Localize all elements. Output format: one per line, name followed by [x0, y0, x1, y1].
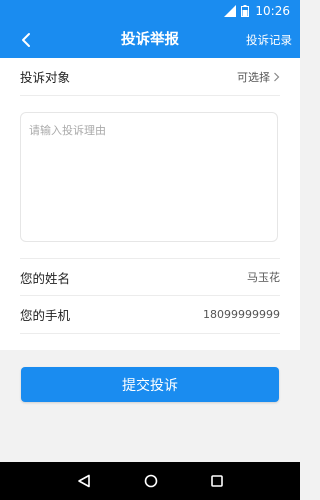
name-label: 您的姓名 — [20, 270, 71, 286]
system-navigation-bar — [0, 462, 300, 500]
phone-value[interactable]: 18099999999 — [203, 308, 280, 321]
chevron-right-icon — [274, 72, 280, 81]
complaint-target-label: 投诉对象 — [20, 70, 71, 85]
recents-square-icon[interactable] — [211, 475, 224, 487]
signal-icon — [224, 5, 237, 17]
back-button[interactable] — [16, 30, 36, 50]
complaint-target-value: 可选择 — [237, 70, 270, 84]
back-arrow-icon — [22, 33, 30, 47]
name-value[interactable]: 马玉花 — [247, 269, 280, 285]
nav-back-triangle-icon[interactable] — [77, 474, 91, 488]
phone-label: 您的手机 — [20, 308, 71, 323]
battery-icon — [241, 5, 250, 17]
status-time: 10:26 — [255, 4, 290, 18]
complaint-reason-input[interactable] — [20, 112, 278, 242]
status-bar: 10:26 — [0, 0, 300, 22]
complaint-target-selector[interactable]: 可选择 — [237, 69, 280, 85]
name-row: 您的姓名 马玉花 — [20, 258, 280, 296]
complaint-history-link[interactable]: 投诉记录 — [246, 22, 292, 58]
complaint-target-row[interactable]: 投诉对象 可选择 — [20, 58, 280, 96]
phone-row: 您的手机 18099999999 — [20, 296, 280, 334]
home-circle-icon[interactable] — [144, 474, 158, 488]
submit-complaint-button[interactable]: 提交投诉 — [21, 367, 279, 402]
nav-bar: 投诉举报 投诉记录 — [0, 22, 300, 58]
complaint-form: 投诉对象 可选择 您的姓名 马玉花 您的手机 18099999999 — [0, 58, 300, 350]
